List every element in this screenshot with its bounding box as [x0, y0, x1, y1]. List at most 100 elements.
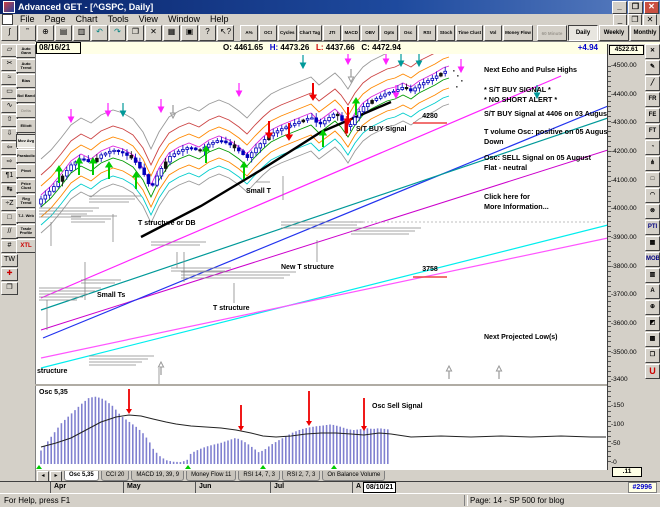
box-tool-icon[interactable]: □	[645, 172, 660, 187]
indicator-button-obv[interactable]: OBV	[361, 25, 379, 41]
maximize-button[interactable]: ❐	[628, 1, 643, 14]
close-chart-icon[interactable]: ✕	[145, 25, 162, 41]
pencil-tool-icon[interactable]: ✎	[645, 60, 660, 75]
down-arrow	[458, 59, 463, 72]
timeframe-60-minute[interactable]: 60 Minute	[537, 25, 567, 41]
back-icon[interactable]: ↶	[91, 25, 108, 41]
study-tab-macd-19-39-9[interactable]: MACD 19, 39, 9	[131, 471, 184, 481]
indicator-button-time-clust[interactable]: Time Clust	[456, 25, 483, 41]
print-icon[interactable]: ▣	[181, 25, 198, 41]
menu-chart[interactable]: Chart	[71, 14, 103, 25]
study-button-pivot[interactable]: Pivot	[16, 164, 36, 178]
fib-time-icon[interactable]: FT	[645, 124, 660, 139]
grid-tool-icon[interactable]: ▦	[645, 236, 660, 251]
menu-file[interactable]: File	[15, 14, 40, 25]
fib-retracement-icon[interactable]: FR	[645, 92, 660, 107]
study-tab-on-balance-volume[interactable]: On Balance Volume	[322, 471, 385, 481]
study-button-xtl[interactable]: XTL	[16, 239, 36, 253]
snapshot-tool-icon[interactable]: ▩	[645, 332, 660, 347]
pitchfork-tool-icon[interactable]: ⋔	[645, 156, 660, 171]
magnifier-tool-icon[interactable]: ⊕	[645, 300, 660, 315]
gann-tool-icon[interactable]: ◔	[645, 140, 660, 155]
mdi-close-button[interactable]: ✕	[643, 14, 657, 26]
candle-body	[375, 98, 378, 100]
new-chart-icon[interactable]: ▤	[55, 25, 72, 41]
study-button-trade-profile[interactable]: Trade Profile	[16, 224, 36, 238]
help-icon[interactable]: ?	[199, 25, 216, 41]
menu-window[interactable]: Window	[163, 14, 205, 25]
quick-quote-icon[interactable]: ”	[19, 25, 36, 41]
menu-page[interactable]: Page	[40, 14, 71, 25]
study-button-price-clust[interactable]: Price Clust	[16, 179, 36, 193]
mdi-maximize-button[interactable]: ❐	[628, 14, 642, 26]
indicator-button-stoch[interactable]: Stoch	[437, 25, 455, 41]
oscillator-panel[interactable]: Osc 5,35Osc Sell Signal	[35, 386, 608, 470]
red-cross-icon[interactable]: ✚	[1, 268, 18, 281]
oscillator-value-box: .11	[612, 467, 642, 477]
candle-body	[418, 85, 421, 88]
more-information-link[interactable]: More Information...	[484, 202, 549, 211]
chart-date-field[interactable]: 08/16/21	[36, 42, 81, 54]
eraser-tool-icon[interactable]: ⊗	[645, 204, 660, 219]
zoom-icon[interactable]: ⊕	[37, 25, 54, 41]
color-tool-icon[interactable]: ◩	[645, 316, 660, 331]
tile-icon[interactable]: ▦	[163, 25, 180, 41]
study-tab-cci-20[interactable]: CCI 20	[101, 471, 130, 481]
indicator-button-vol[interactable]: Vol	[484, 25, 502, 41]
menu-tools[interactable]: Tools	[103, 14, 134, 25]
tw-icon[interactable]: TW	[1, 254, 18, 267]
study-tab-rsi-2-7-3[interactable]: RSI 2, 7, 3	[282, 471, 320, 481]
study-button-bol-band[interactable]: Bol Band	[16, 89, 36, 103]
study-tab-rsi-14-7-3[interactable]: RSI 14, 7, 3	[238, 471, 280, 481]
indicator-button-macd[interactable]: MACD	[342, 25, 360, 41]
close-button[interactable]: ✕	[644, 1, 659, 14]
study-tab-osc-5-35[interactable]: Osc 5,35	[64, 471, 99, 481]
indicator-button-cycles[interactable]: Cycles	[278, 25, 297, 41]
study-button-auto-trend[interactable]: Auto Trend	[16, 59, 36, 73]
study-button-delta[interactable]: Delta	[16, 104, 36, 118]
pin-icon[interactable]: ʃ	[1, 25, 18, 41]
study-button-parabolic[interactable]: Parabolic	[16, 149, 36, 163]
save-page-icon[interactable]: ▥	[73, 25, 90, 41]
new-window-icon[interactable]: ❐	[1, 282, 18, 295]
forward-icon[interactable]: ↷	[109, 25, 126, 41]
indicator-button-opts[interactable]: Opts	[380, 25, 398, 41]
indicator-button-a-[interactable]: A%	[240, 25, 258, 41]
indicator-button-oci[interactable]: OCI	[259, 25, 277, 41]
minimize-button[interactable]: _	[612, 1, 627, 14]
study-button-reg-trend[interactable]: Reg Trend	[16, 194, 36, 208]
text-tool-icon[interactable]: A	[645, 284, 660, 299]
indicator-button-rsi[interactable]: RSI	[418, 25, 436, 41]
pti-tool-icon[interactable]: PTI	[645, 220, 660, 235]
undo-tool-icon[interactable]: U	[645, 364, 660, 379]
mdi-minimize-button[interactable]: _	[613, 14, 627, 26]
study-button-mov-avg[interactable]: Mov Avg	[16, 134, 36, 148]
timeframe-weekly[interactable]: Weekly	[599, 25, 629, 41]
candle-body	[190, 148, 193, 149]
price-chart-panel[interactable]: S/T BUY SignalSmall TT structure or DBNe…	[35, 54, 608, 384]
study-tab-money-flow-11[interactable]: Money Flow 11	[186, 471, 236, 481]
cascade-icon[interactable]: ❐	[127, 25, 144, 41]
indicator-button-money-flow[interactable]: Money Flow	[503, 25, 533, 41]
scan-tool-icon[interactable]: ▥	[645, 268, 660, 283]
fib-extension-icon[interactable]: FE	[645, 108, 660, 123]
timeframe-monthly[interactable]: Monthly	[630, 25, 660, 41]
toolbar-left-icons: ʃ”⊕▤▥↶↷❐✕▦▣?↖?	[0, 25, 234, 41]
study-button-auto-gann[interactable]: Auto Gann	[16, 44, 36, 58]
more-information-link[interactable]: Click here for	[484, 192, 530, 201]
no-tool-icon[interactable]: ✕	[645, 44, 660, 59]
menu-help[interactable]: Help	[205, 14, 234, 25]
copy-tool-icon[interactable]: ❐	[645, 348, 660, 363]
indicator-button-chart-tag[interactable]: Chart Tag	[298, 25, 323, 41]
mob-tool-icon[interactable]: MOB	[645, 252, 660, 267]
indicator-button-osc[interactable]: Osc	[399, 25, 417, 41]
indicator-button-jti[interactable]: JTI	[323, 25, 341, 41]
menu-view[interactable]: View	[134, 14, 163, 25]
trend-line-tool-icon[interactable]: ╱	[645, 76, 660, 91]
ellipse-tool-icon[interactable]: ◠	[645, 188, 660, 203]
context-help-icon[interactable]: ↖?	[217, 25, 234, 41]
study-button-elliott[interactable]: Elliott	[16, 119, 36, 133]
study-button-bias[interactable]: Bias	[16, 74, 36, 88]
study-button-t-j-web[interactable]: T.J. Web	[16, 209, 36, 223]
timeframe-daily[interactable]: Daily	[568, 25, 598, 41]
